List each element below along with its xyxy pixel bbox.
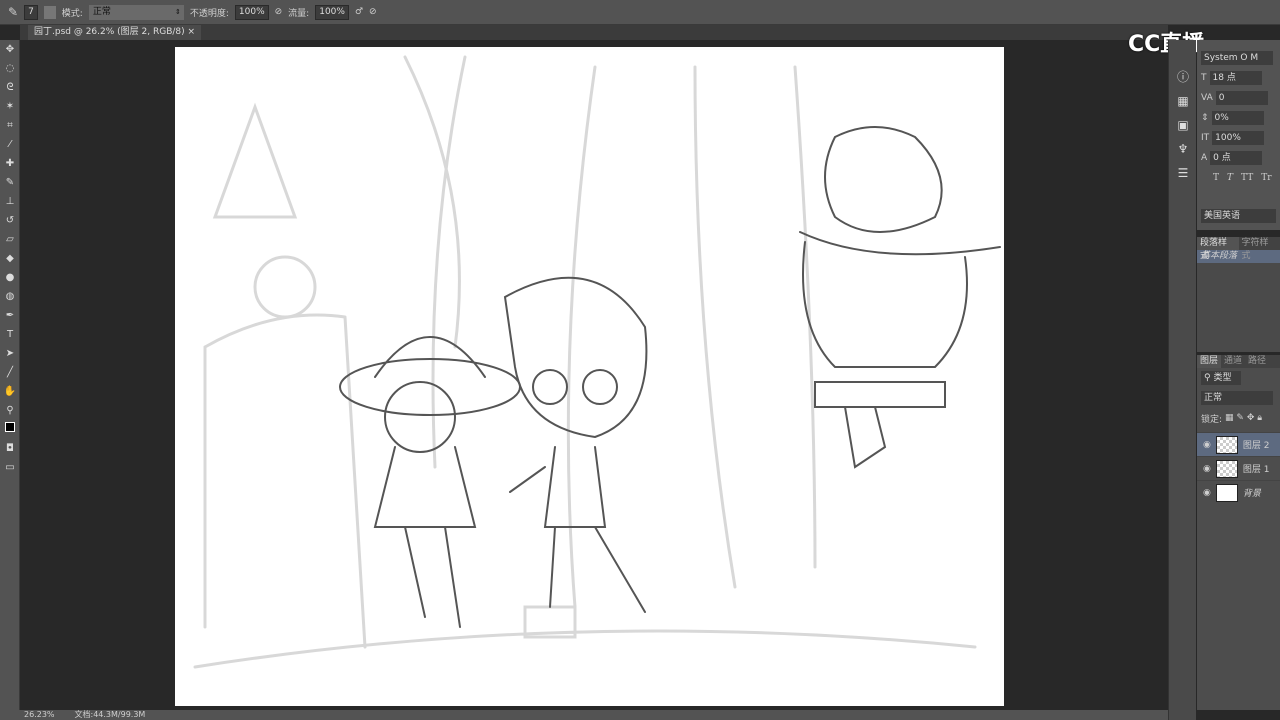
tab-channels[interactable]: 通道 [1221,355,1245,368]
document-canvas[interactable] [175,47,1004,706]
history-brush-icon[interactable]: ↺ [0,211,20,230]
opacity-label: 不透明度: [189,8,229,19]
opacity-input[interactable]: 100% [234,4,269,20]
zoom-tool-icon[interactable]: ⚲ [0,401,20,420]
font-size-icon: T [1201,73,1207,83]
document-tab[interactable]: 园丁.psd @ 26.2% (图层 2, RGB/8) × [28,25,202,40]
characters-lineart [339,126,1001,628]
swatches-icon[interactable]: ▦ [1169,89,1197,113]
style-button[interactable]: T [1227,173,1233,183]
tools-panel: ✥ ◌ ᘓ ✶ ⌗ ⁄ ✚ ✎ ⊥ ↺ ▱ ◆ ● ◍ ✒ T ➤ ╱ ✋ ⚲ … [0,40,20,710]
airbrush-icon[interactable]: ♂ [355,7,363,17]
eyedropper-icon[interactable]: ⁄ [0,135,20,154]
document-tab-bar: 园丁.psd @ 26.2% (图层 2, RGB/8) × [20,25,1168,40]
layer-thumbnail [1215,435,1238,454]
layer-row[interactable]: ◉ 背景 [1197,480,1280,504]
baseline-icon: A [1201,153,1208,163]
eye-icon[interactable]: ◉ [1203,464,1211,474]
tab-character-styles[interactable]: 字符样式 [1239,237,1280,261]
layer-name: 图层 1 [1242,465,1270,475]
tab-layers[interactable]: 图层 [1197,355,1222,368]
pen-icon[interactable]: ✒ [0,306,20,325]
layer-thumbnail [1215,459,1238,478]
tracking-icon: VA [1201,93,1213,103]
style-button[interactable]: TT [1241,173,1253,183]
flow-label: 流量: [288,8,310,19]
path-select-icon[interactable]: ➤ [0,344,20,363]
character-panel: System O M T 18 点 VA 0 ⇕ 0% IT 100% A0 点 T T… [1197,40,1280,230]
hand-tool-icon[interactable]: ✋ [0,382,20,401]
color-swatches[interactable] [0,420,20,439]
lasso-tool-icon[interactable]: ᘓ [0,78,20,97]
doc-size: 文档:44.3M/99.3M [74,710,146,719]
layer-name: 背景 [1242,489,1261,499]
filter-value: 类型 [1213,373,1232,383]
blend-mode-select[interactable]: 正常 [1201,391,1273,405]
brush-panel-icon[interactable] [43,5,56,19]
layer-row[interactable]: ◉ 图层 1 [1197,456,1280,480]
eraser-icon[interactable]: ▱ [0,230,20,249]
layers-panel: 图层 通道 路径 ⚲ 类型 正常 锁定: ▦ ✎ ✥ 🔒︎ ◉ 图层 2 ◉ 图层 1 ◉… [1197,355,1280,710]
vertical-scale-icon: IT [1201,133,1210,143]
status-bar: 26.23% 文档:44.3M/99.3M [0,710,1168,720]
zoom-level[interactable]: 26.23% [24,710,55,720]
font-size-input[interactable]: 18 点 [1209,71,1262,85]
brush-tool-icon[interactable]: ✎ [0,173,20,192]
pressure-size-icon[interactable]: ⊘ [369,7,377,17]
document-title: 园丁.psd @ 26.2% (图层 2, RGB/8) [34,27,185,37]
type-tool-icon[interactable]: T [0,325,20,344]
flow-input[interactable]: 100% [315,4,349,20]
pressure-opacity-icon[interactable]: ⊘ [275,7,283,17]
marquee-tool-icon[interactable]: ◌ [0,59,20,78]
move-tool-icon[interactable]: ✥ [0,40,20,59]
tab-paths[interactable]: 路径 [1245,355,1269,368]
close-tab-icon[interactable]: × [188,27,196,37]
language-select[interactable]: 美国英语 [1201,209,1276,223]
crop-tool-icon[interactable]: ⌗ [0,116,20,135]
options-bar: ✎ 7 模式: 正常 不透明度: 100% ⊘ 流量: 100% ♂ ⊘ [0,0,1280,25]
magic-wand-icon[interactable]: ✶ [0,97,20,116]
vertical-scale-input[interactable]: 100% [1212,131,1265,145]
font-family-select[interactable]: System O M [1201,51,1273,65]
brush-size-picker[interactable]: 7 [24,4,38,20]
healing-brush-icon[interactable]: ✚ [0,154,20,173]
scale-icon: ⇕ [1201,113,1209,123]
style-button[interactable]: T [1213,173,1219,183]
brush-tool-icon[interactable]: ✎ [8,5,18,19]
lock-icons[interactable]: ▦ ✎ ✥ 🔒︎ [1225,413,1262,423]
mode-label: 模式: [61,8,83,19]
background-sketch [193,55,977,669]
layer-row[interactable]: ◉ 图层 2 [1197,432,1280,456]
quick-mask-icon[interactable]: ◘ [0,439,20,458]
bucket-icon[interactable]: ◆ [0,249,20,268]
baseline-input[interactable]: 0 点 [1210,151,1263,165]
brush-presets-icon[interactable]: ♆ [1169,137,1197,161]
screen-mode-icon[interactable]: ▭ [0,458,20,477]
scale-input[interactable]: 0% [1211,111,1264,125]
layer-filter-select[interactable]: ⚲ 类型 [1201,371,1241,385]
line-tool-icon[interactable]: ╱ [0,363,20,382]
layer-name: 图层 2 [1242,441,1270,451]
stamp-tool-icon[interactable]: ⊥ [0,192,20,211]
style-item[interactable]: 基本段落 [1197,250,1280,263]
layer-thumbnail [1215,483,1238,502]
panel-icon-strip: ⓘ ▦ ▣ ♆ ☰ [1168,40,1196,720]
sketch-artwork [193,55,1001,669]
blur-icon[interactable]: ● [0,268,20,287]
lock-label: 锁定: [1201,414,1223,425]
style-button[interactable]: Tr [1261,173,1271,183]
dodge-icon[interactable]: ◍ [0,287,20,306]
tracking-input[interactable]: 0 [1215,91,1268,105]
tab-paragraph-styles[interactable]: 段落样式 [1197,237,1239,261]
navigator-icon[interactable]: ▣ [1169,113,1197,137]
info-icon[interactable]: ⓘ [1169,65,1197,89]
eye-icon[interactable]: ◉ [1203,440,1211,450]
eye-icon[interactable]: ◉ [1203,488,1211,498]
paragraph-styles-panel: 段落样式字符样式 基本段落 [1197,237,1280,352]
mode-select[interactable]: 正常 [88,4,184,20]
adjustments-icon[interactable]: ☰ [1169,161,1197,185]
